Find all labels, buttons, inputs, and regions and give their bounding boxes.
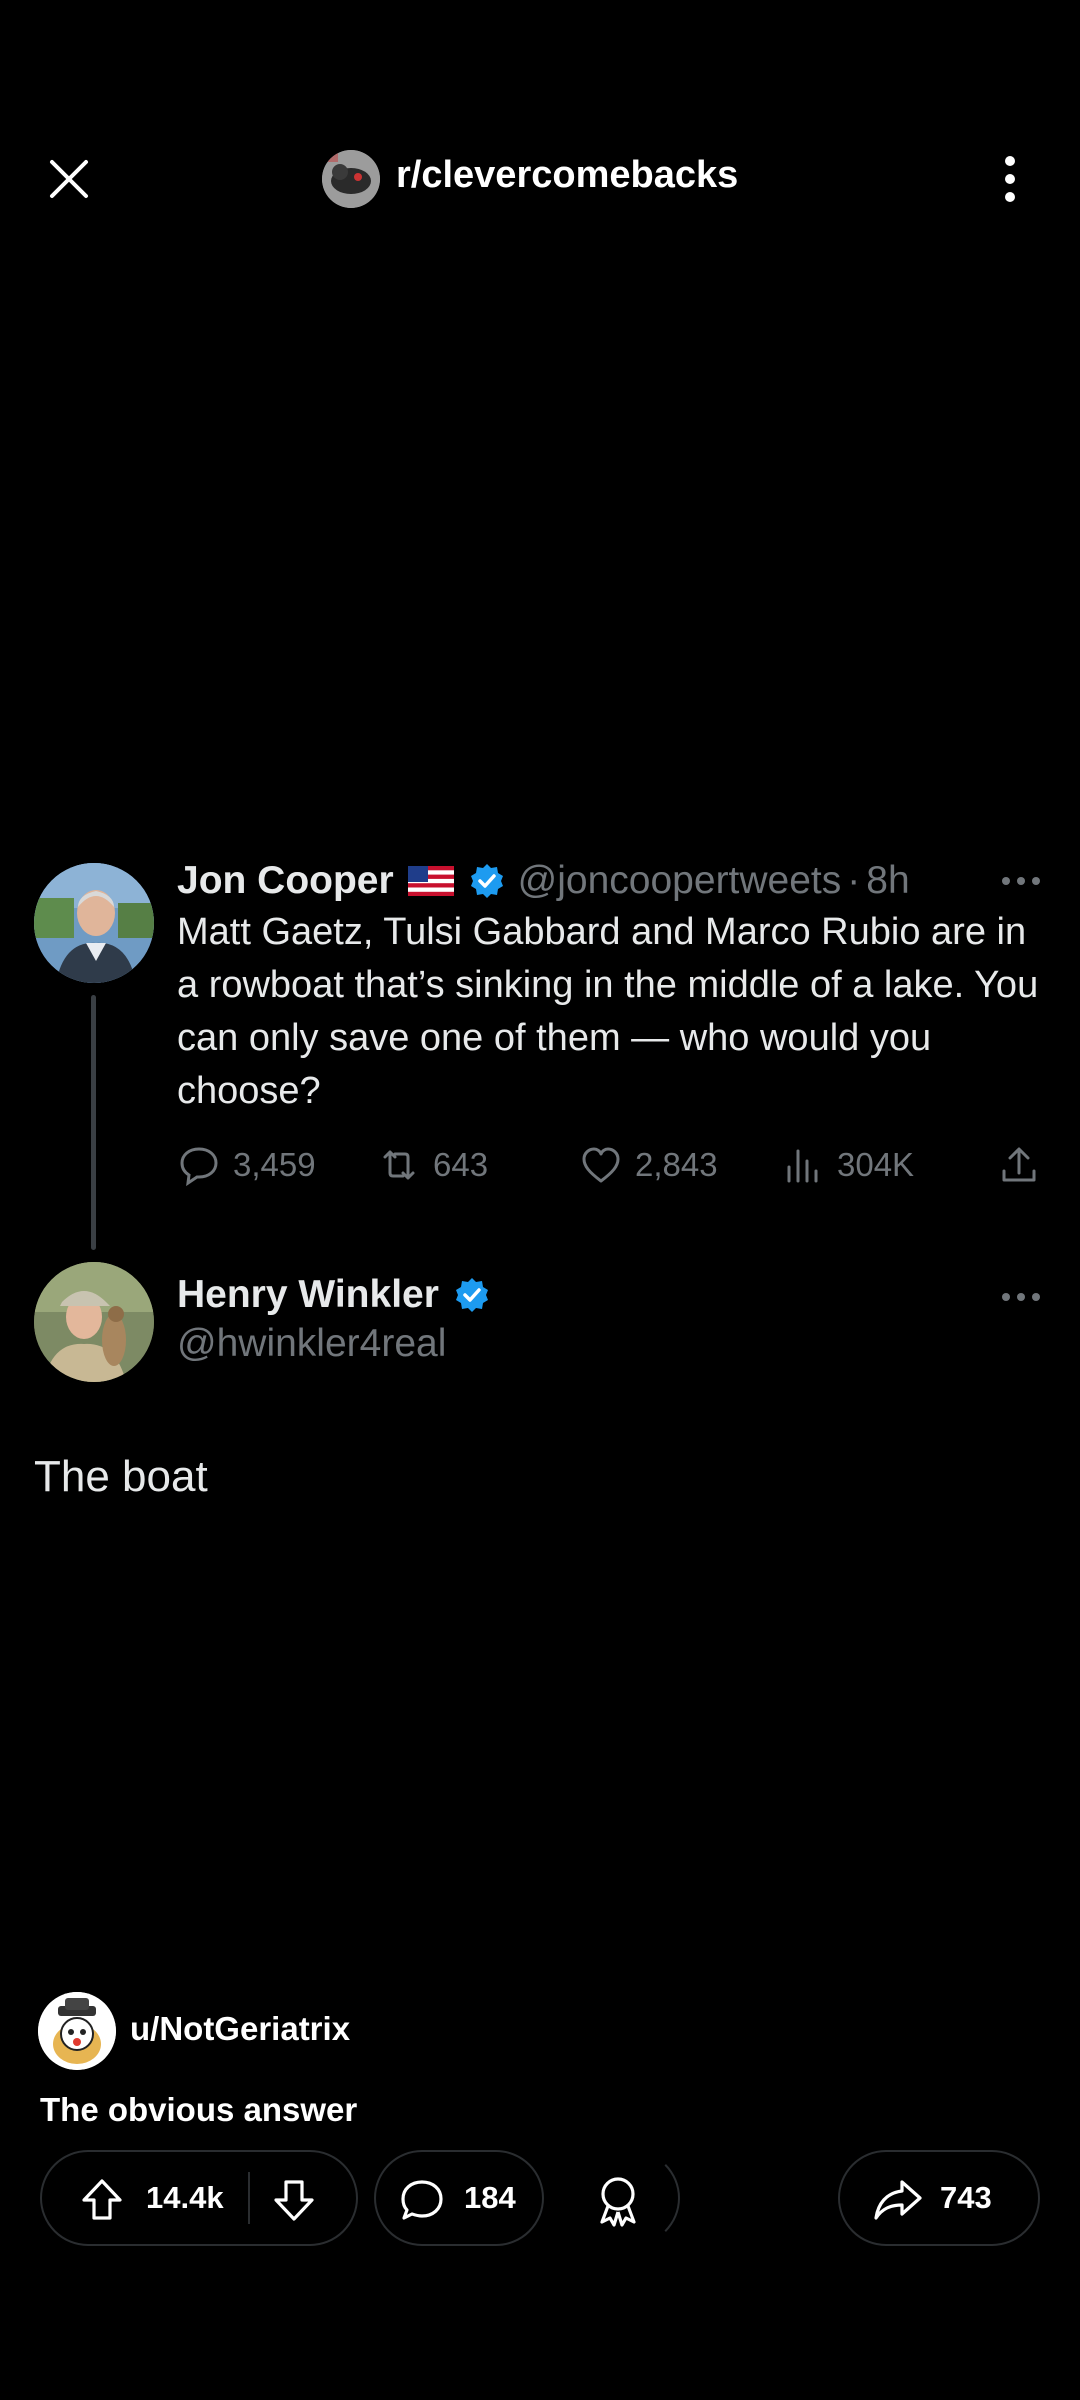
separator-dot: · [847,859,861,902]
upvote-icon[interactable] [78,2176,126,2224]
tweet-text: The boat [34,1452,208,1501]
tweet-actions: 3,459 643 2,843 304K [177,1140,1047,1190]
subreddit-name[interactable]: r/clevercomebacks [396,154,738,197]
reply-action[interactable]: 3,459 [177,1140,316,1190]
close-icon [50,160,88,198]
share-upload-icon [1002,1147,1036,1182]
tweet-more-icon[interactable] [1000,1290,1042,1302]
vote-pill: 14.4k [40,2150,358,2246]
post-title: The obvious answer [40,2091,358,2128]
views-count: 304K [837,1146,915,1183]
more-vertical-icon [1005,156,1015,202]
poster-avatar[interactable] [38,1992,116,2070]
tweet-more-icon[interactable] [1000,874,1042,886]
tweet-author-handle[interactable]: @hwinkler4real [177,1322,446,1366]
award-button[interactable] [560,2150,680,2246]
upvote-count: 14.4k [146,2180,224,2215]
like-action[interactable]: 2,843 [579,1140,718,1190]
downvote-icon[interactable] [270,2176,318,2224]
share-action[interactable] [997,1140,1041,1190]
vote-divider [248,2172,250,2224]
tweet-author-name[interactable]: Jon Cooper [177,859,394,903]
tweet-author-handle[interactable]: @joncoopertweets [518,859,842,903]
repost-count: 643 [433,1146,489,1183]
award-icon [600,2177,636,2227]
avatar [34,1262,154,1382]
subreddit-avatar[interactable] [322,150,380,208]
comment-icon [401,2180,443,2220]
reply-count: 3,459 [233,1146,316,1183]
tweet-header: Henry Winkler [177,1270,491,1320]
verified-badge-icon [453,1276,491,1314]
share-count: 743 [940,2180,992,2215]
thread-line [91,995,96,1250]
like-count: 2,843 [635,1146,718,1183]
heart-icon [582,1147,620,1183]
share-button[interactable]: 743 [838,2150,1040,2246]
more-options-button[interactable] [994,152,1026,206]
tweet-text: Matt Gaetz, Tulsi Gabbard and Marco Rubi… [177,911,1039,1112]
tweet-author-name[interactable]: Henry Winkler [177,1273,439,1317]
us-flag-icon [407,866,454,896]
comment-count: 184 [464,2180,516,2215]
close-button[interactable] [42,152,96,206]
verified-badge-icon [468,862,506,900]
reply-icon [180,1147,218,1187]
comments-button[interactable]: 184 [374,2150,544,2246]
views-action[interactable]: 304K [781,1140,914,1190]
post-author[interactable]: u/NotGeriatrix [130,2010,350,2048]
avatar [34,863,154,983]
share-arrow-icon [874,2180,922,2220]
tweet-timestamp: 8h [866,859,910,902]
repost-action[interactable]: 643 [377,1140,488,1190]
repost-icon [383,1150,415,1180]
tweet-header: Jon Cooper @joncoopertweets · 8h [177,856,910,906]
views-chart-icon [787,1149,818,1183]
